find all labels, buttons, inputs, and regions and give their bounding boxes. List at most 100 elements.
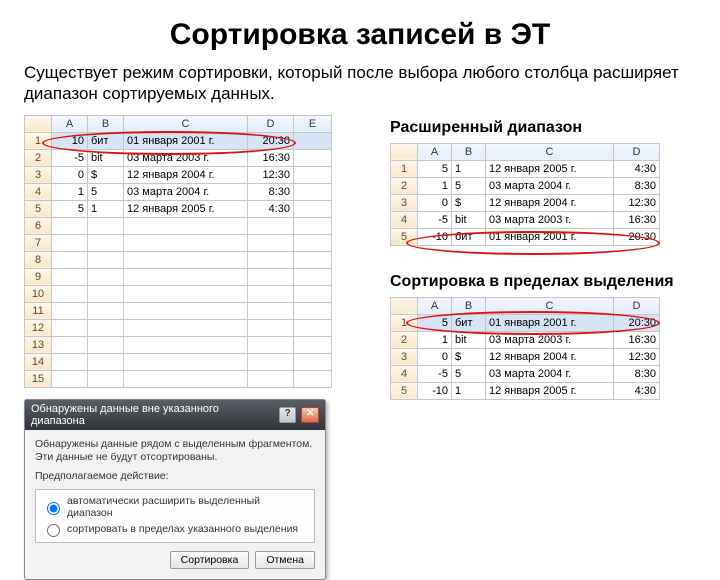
- radio-within[interactable]: сортировать в пределах указанного выделе…: [42, 520, 308, 538]
- cell: 12 января 2004 г.: [486, 348, 614, 365]
- cell: [124, 217, 248, 234]
- cell: 20:30: [614, 228, 660, 245]
- row-header: 2: [391, 331, 418, 348]
- cell: [248, 234, 294, 251]
- table-row: 21503 марта 2004 г.8:30: [391, 177, 660, 194]
- radio-within-label: сортировать в пределах указанного выделе…: [67, 523, 298, 535]
- row-header: 3: [391, 194, 418, 211]
- cell: [88, 302, 124, 319]
- cell: [294, 217, 332, 234]
- cell: 12 января 2005 г.: [124, 200, 248, 217]
- cell: [294, 251, 332, 268]
- cell: [124, 251, 248, 268]
- cell: 0: [418, 194, 452, 211]
- cell: [52, 302, 88, 319]
- row-header: 15: [25, 370, 52, 387]
- cell: [248, 251, 294, 268]
- cell: [124, 234, 248, 251]
- cancel-button[interactable]: Отмена: [255, 551, 315, 569]
- row-header: 7: [25, 234, 52, 251]
- sort-dialog: Обнаружены данные вне указанного диапазо…: [24, 399, 326, 580]
- col-C: C: [486, 143, 614, 160]
- cell: [294, 234, 332, 251]
- cell: 0: [418, 348, 452, 365]
- dialog-prompt: Предполагаемое действие:: [35, 470, 315, 483]
- cell: 5: [452, 177, 486, 194]
- cell: -5: [418, 211, 452, 228]
- cell: [52, 285, 88, 302]
- row-header: 12: [25, 319, 52, 336]
- dialog-titlebar: Обнаружены данные вне указанного диапазо…: [25, 400, 325, 430]
- cell: $: [452, 348, 486, 365]
- col-A: A: [418, 143, 452, 160]
- cell: 8:30: [614, 365, 660, 382]
- radio-within-input[interactable]: [47, 524, 60, 537]
- cell: [294, 268, 332, 285]
- table-row: 10: [25, 285, 332, 302]
- cell: [248, 217, 294, 234]
- cell: 1: [452, 382, 486, 399]
- cell: [124, 353, 248, 370]
- cell: [124, 285, 248, 302]
- row-header: 1: [391, 160, 418, 177]
- cell: 12:30: [614, 348, 660, 365]
- col-C: C: [124, 115, 248, 132]
- cell: [52, 353, 88, 370]
- row-header: 6: [25, 217, 52, 234]
- cell: bit: [452, 331, 486, 348]
- cell: [88, 319, 124, 336]
- cell: бит: [452, 314, 486, 331]
- table-row: 5-10бит01 января 2001 г.20:30: [391, 228, 660, 245]
- cell: [294, 183, 332, 200]
- table-row: 110бит01 января 2001 г.20:30: [25, 132, 332, 149]
- cell: 03 марта 2003 г.: [486, 211, 614, 228]
- cell: [88, 285, 124, 302]
- cell: [124, 319, 248, 336]
- cell: 12 января 2004 г.: [486, 194, 614, 211]
- sheet-expanded-wrap: A B C D 15112 января 2005 г.4:3021503 ма…: [390, 143, 660, 246]
- cell: 1: [52, 183, 88, 200]
- table-row: 7: [25, 234, 332, 251]
- radio-expand-input[interactable]: [47, 502, 60, 515]
- row-header: 2: [391, 177, 418, 194]
- corner-cell: [391, 297, 418, 314]
- cell: [124, 302, 248, 319]
- cell: bit: [88, 149, 124, 166]
- sheet-expanded: A B C D 15112 января 2005 г.4:3021503 ма…: [390, 143, 660, 246]
- cell: [88, 353, 124, 370]
- col-E: E: [294, 115, 332, 132]
- sort-button[interactable]: Сортировка: [170, 551, 250, 569]
- table-row: 5-10112 января 2005 г.4:30: [391, 382, 660, 399]
- table-row: 55112 января 2005 г.4:30: [25, 200, 332, 217]
- cell: 01 января 2001 г.: [486, 228, 614, 245]
- row-header: 8: [25, 251, 52, 268]
- help-icon[interactable]: ?: [279, 407, 297, 423]
- cell: 4:30: [248, 200, 294, 217]
- cell: [88, 268, 124, 285]
- col-B: B: [88, 115, 124, 132]
- cell: 5: [452, 365, 486, 382]
- cell: 12:30: [248, 166, 294, 183]
- page-description: Существует режим сортировки, который пос…: [24, 62, 696, 105]
- cell: [294, 370, 332, 387]
- cell: 1: [452, 160, 486, 177]
- table-row: 9: [25, 268, 332, 285]
- radio-expand[interactable]: автоматически расширить выделенный диапа…: [42, 494, 308, 520]
- cell: 10: [52, 132, 88, 149]
- row-header: 11: [25, 302, 52, 319]
- table-row: 12: [25, 319, 332, 336]
- close-icon[interactable]: ✕: [301, 407, 319, 423]
- col-D: D: [614, 297, 660, 314]
- row-header: 4: [391, 365, 418, 382]
- cell: [88, 217, 124, 234]
- cell: [124, 336, 248, 353]
- cell: 12 января 2004 г.: [124, 166, 248, 183]
- table-row: 14: [25, 353, 332, 370]
- cell: 5: [52, 200, 88, 217]
- cell: [52, 251, 88, 268]
- table-row: 13: [25, 336, 332, 353]
- cell: [88, 234, 124, 251]
- cell: $: [88, 166, 124, 183]
- cell: [88, 336, 124, 353]
- sheet-left-wrap: A B C D E 110бит01 января 2001 г.20:302-…: [24, 115, 332, 388]
